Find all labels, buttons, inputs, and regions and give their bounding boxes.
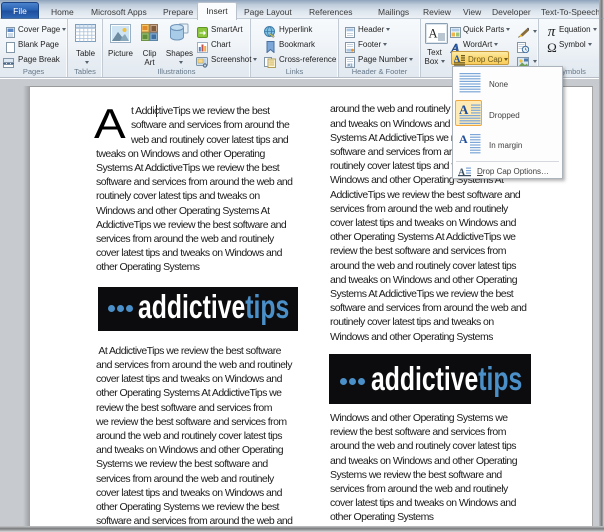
svg-text:π: π bbox=[548, 25, 556, 37]
svg-text:A: A bbox=[459, 133, 468, 146]
svg-text:A: A bbox=[459, 103, 469, 117]
svg-text:Ω: Ω bbox=[547, 41, 557, 53]
svg-text:A: A bbox=[428, 27, 437, 41]
svg-text:#1: #1 bbox=[347, 63, 353, 68]
